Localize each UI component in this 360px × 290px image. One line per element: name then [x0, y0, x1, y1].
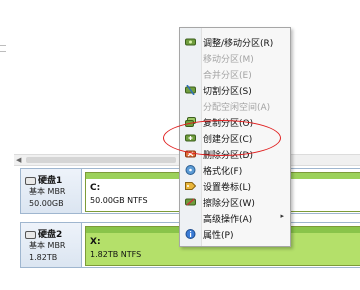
disk-name: 硬盘2 [38, 230, 63, 240]
side-tick [0, 51, 6, 52]
disk-icon [25, 230, 36, 239]
menu-item-resize-move[interactable]: 调整/移动分区(R) [180, 34, 290, 50]
disk-name: 硬盘1 [38, 176, 63, 186]
highlight-ellipse [163, 120, 281, 156]
label-icon [185, 182, 196, 190]
side-tick [0, 45, 6, 46]
menu-item-format[interactable]: 格式化(F) [180, 162, 290, 178]
menu-item-set-label[interactable]: 设置卷标(L) [180, 178, 290, 194]
disk-info-1[interactable]: 硬盘1 基本 MBR 50.00GB [21, 169, 82, 213]
resize-partition-icon [185, 38, 196, 46]
scrollbar-thumb[interactable] [26, 157, 176, 163]
menu-item-split[interactable]: 切割分区(S) [180, 82, 290, 98]
wipe-partition-icon [185, 198, 196, 206]
menu-item-properties[interactable]: 属性(P) [180, 226, 290, 242]
menu-item-move[interactable]: 移动分区(M) [180, 50, 290, 66]
properties-icon [185, 229, 196, 239]
disk-type: 基本 MBR [29, 187, 66, 196]
disk-icon [25, 176, 36, 185]
partition-desc: 50.00GB NTFS [90, 196, 148, 205]
menu-item-advanced[interactable]: 高级操作(A) ▸ [180, 210, 290, 226]
format-icon [185, 165, 196, 175]
partition-desc: 1.82TB NTFS [90, 250, 142, 259]
partition-letter: C: [90, 183, 101, 193]
menu-item-wipe[interactable]: 擦除分区(W) [180, 194, 290, 210]
disk-info-2[interactable]: 硬盘2 基本 MBR 1.82TB [21, 223, 82, 267]
partition-letter: X: [90, 237, 101, 247]
submenu-arrow-icon: ▸ [280, 212, 284, 220]
disk-size: 1.82TB [29, 253, 58, 262]
split-partition-icon [185, 85, 196, 95]
menu-item-allocate-free[interactable]: 分配空闲空间(A) [180, 98, 290, 114]
menu-item-merge[interactable]: 合并分区(E) [180, 66, 290, 82]
scroll-left-icon[interactable]: ◀ [16, 156, 21, 164]
disk-type: 基本 MBR [29, 241, 66, 250]
disk-size: 50.00GB [29, 199, 64, 208]
